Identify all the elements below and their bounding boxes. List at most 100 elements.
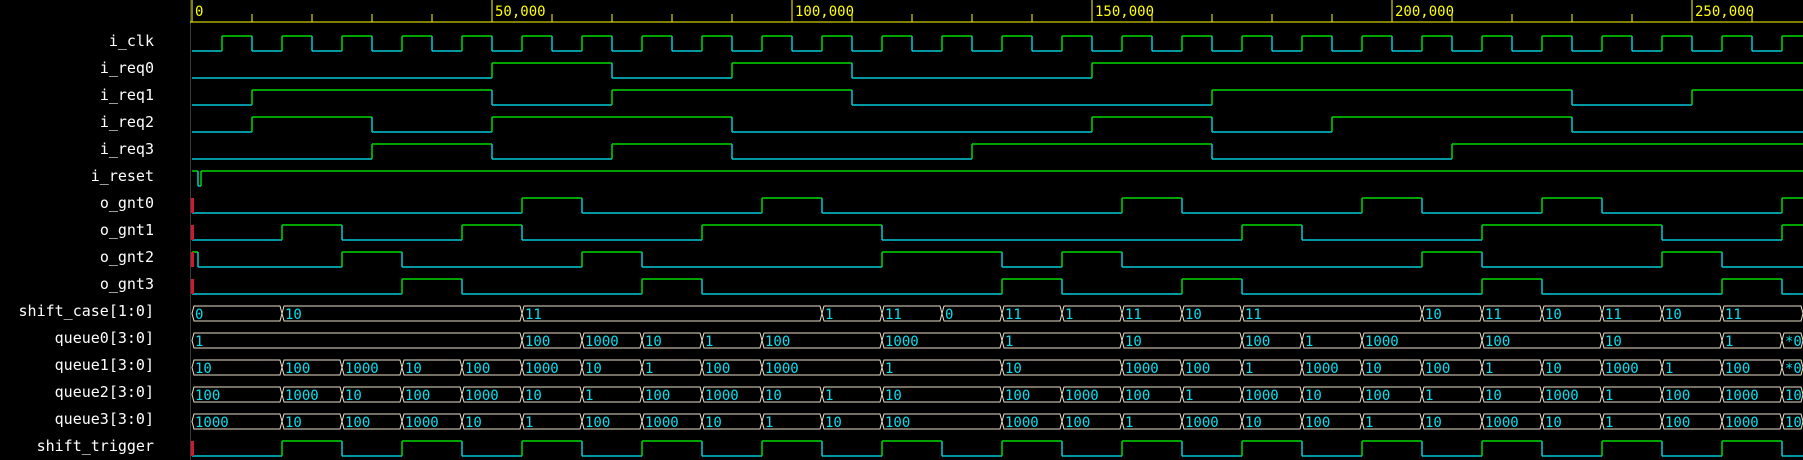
bus-value-label: 1 xyxy=(765,415,773,431)
bus-value-label: 10 xyxy=(1365,361,1382,377)
bus-value-label: 10 xyxy=(1485,388,1502,404)
bus-value-label: 10 xyxy=(1185,307,1202,323)
bus-value-label: 1 xyxy=(1005,334,1013,350)
bus-value-label: 1000 xyxy=(765,361,799,377)
bus-segment xyxy=(521,305,823,322)
bus-value-label: 1000 xyxy=(1725,388,1759,404)
bus-value-label: 10 xyxy=(1665,307,1682,323)
bus-value-label: 1 xyxy=(1725,334,1733,350)
bus-value-label: 100 xyxy=(1725,361,1750,377)
bus-value-label: 1000 xyxy=(1365,334,1399,350)
bus-value-label: 100 xyxy=(1425,361,1450,377)
bus-value-label: 1 xyxy=(1485,361,1493,377)
bus-value-label: 100 xyxy=(405,388,430,404)
bus-value-label: 1 xyxy=(1425,388,1433,404)
bus-value-label: 10 xyxy=(1305,388,1322,404)
bus-value-label: 10 xyxy=(1245,415,1262,431)
bus-value-label: 1000 xyxy=(195,415,229,431)
bus-value-label: 100 xyxy=(765,334,790,350)
bus-value-label: 10 xyxy=(465,415,482,431)
bus-value-label: 10 xyxy=(645,334,662,350)
bus-segment xyxy=(881,359,1003,376)
bus-value-label: 100 xyxy=(465,361,490,377)
bus-value-label: 1 xyxy=(1185,388,1193,404)
bus-value-label: 100 xyxy=(585,415,610,431)
bus-value-label: 1000 xyxy=(1005,415,1039,431)
bus-segment xyxy=(1241,305,1423,322)
bus-value-label: 10 xyxy=(1545,361,1562,377)
bus-value-label: 10 xyxy=(1785,388,1802,404)
x-state-marker xyxy=(191,252,194,267)
bus-value-label: 100 xyxy=(1305,415,1330,431)
bus-value-label: 10 xyxy=(1545,307,1562,323)
bus-value-label: 100 xyxy=(345,415,370,431)
bus-value-label: 100 xyxy=(1665,388,1690,404)
bus-value-label: 10 xyxy=(405,361,422,377)
bus-value-label: 1000 xyxy=(1305,361,1339,377)
bus-value-label: 1 xyxy=(1665,361,1673,377)
bus-value-label: 11 xyxy=(885,307,902,323)
bus-value-label: 1 xyxy=(525,415,533,431)
bus-value-label: 1000 xyxy=(1185,415,1219,431)
bus-value-label: 100 xyxy=(1245,334,1270,350)
bus-value-label: 100 xyxy=(195,388,220,404)
bus-value-label: 1000 xyxy=(1245,388,1279,404)
bus-value-label: 11 xyxy=(1485,307,1502,323)
bus-value-label: 1 xyxy=(1245,361,1253,377)
bus-value-label: 1000 xyxy=(1125,361,1159,377)
bus-value-label: 11 xyxy=(525,307,542,323)
x-state-marker xyxy=(191,279,194,294)
bus-value-label: 1000 xyxy=(285,388,319,404)
bus-value-label: 10 xyxy=(1125,334,1142,350)
bus-value-label: 100 xyxy=(705,361,730,377)
bus-value-label: 100 xyxy=(1185,361,1210,377)
bus-segment xyxy=(191,305,283,322)
bus-value-label: 10 xyxy=(705,415,722,431)
bus-value-label: 11 xyxy=(1125,307,1142,323)
bus-value-label: 1 xyxy=(1605,388,1613,404)
waveform-canvas[interactable]: 0 50,000 100,000 150,000 200,000 250,0000 10 11… xyxy=(0,0,1803,460)
bus-value-label: 1 xyxy=(1125,415,1133,431)
bus-value-label: 100 xyxy=(1005,388,1030,404)
bus-value-label: 1 xyxy=(585,388,593,404)
bus-value-label: 100 xyxy=(1365,388,1390,404)
bus-value-label: 11 xyxy=(1605,307,1622,323)
bus-value-label: 10 xyxy=(1545,415,1562,431)
bus-value-label: 1 xyxy=(645,361,653,377)
bus-segment xyxy=(191,332,523,349)
bus-value-label: 10 xyxy=(765,388,782,404)
bus-value-label: 10 xyxy=(1785,415,1802,431)
bus-value-label: 100 xyxy=(285,361,310,377)
bus-value-label: 11 xyxy=(1005,307,1022,323)
bus-value-label: 1000 xyxy=(585,334,619,350)
bus-value-label: 100 xyxy=(525,334,550,350)
bus-segment xyxy=(281,305,523,322)
ruler-label: 100,000 xyxy=(795,4,854,20)
bus-value-label: *0 xyxy=(1785,334,1802,350)
bus-value-label: 10 xyxy=(825,415,842,431)
bus-value-label: 100 xyxy=(1125,388,1150,404)
ruler-label: 250,000 xyxy=(1695,4,1754,20)
bus-value-label: 10 xyxy=(195,361,212,377)
bus-value-label: 10 xyxy=(525,388,542,404)
bus-value-label: 0 xyxy=(195,307,203,323)
bus-value-label: 1000 xyxy=(705,388,739,404)
bus-value-label: 1000 xyxy=(885,334,919,350)
bus-value-label: 100 xyxy=(645,388,670,404)
bus-value-label: 1000 xyxy=(1485,415,1519,431)
bus-value-label: 10 xyxy=(1425,307,1442,323)
bus-value-label: 0 xyxy=(945,307,953,323)
ruler-label: 0 xyxy=(195,4,203,20)
bus-value-label: 1 xyxy=(825,307,833,323)
bus-value-label: 1 xyxy=(1605,415,1613,431)
bus-value-label: 10 xyxy=(345,388,362,404)
bus-value-label: 10 xyxy=(285,307,302,323)
bus-value-label: 10 xyxy=(1605,334,1622,350)
ruler-label: 50,000 xyxy=(495,4,546,20)
bus-value-label: 100 xyxy=(1485,334,1510,350)
bus-value-label: 1000 xyxy=(345,361,379,377)
bus-value-label: 11 xyxy=(1245,307,1262,323)
x-state-marker xyxy=(191,198,194,213)
bus-value-label: 1 xyxy=(1305,334,1313,350)
bus-value-label: 1 xyxy=(825,388,833,404)
